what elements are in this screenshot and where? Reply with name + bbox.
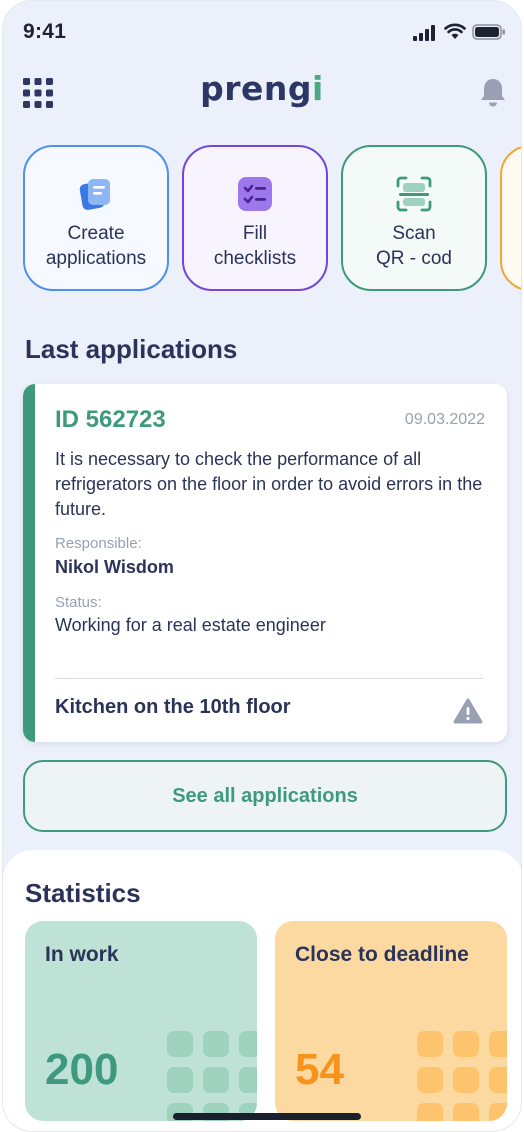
stat-value-close-to-deadline: 54 [295, 1045, 344, 1094]
application-card[interactable]: ID 562723 09.03.2022 It is necessary to … [23, 384, 507, 742]
create-applications-label: Create applications [45, 223, 147, 269]
checklist-icon [238, 177, 272, 211]
stat-value-in-work: 200 [45, 1045, 119, 1094]
statistics-title: Statistics [25, 878, 141, 908]
decorative-pattern [167, 1031, 257, 1121]
scan-qr-code-label: Scan QR - cod [375, 223, 453, 269]
battery-icon [472, 24, 505, 40]
status-time: 9:41 [23, 20, 67, 43]
fill-checklists-label: Fill checklists [213, 223, 297, 269]
decorative-pattern [417, 1031, 507, 1121]
stat-title-in-work: In work [45, 943, 119, 966]
application-description: It is necessary to check the performance… [55, 449, 483, 519]
application-id: ID 562723 [55, 406, 166, 433]
more-action-button[interactable] [500, 145, 521, 291]
application-date: 09.03.2022 [404, 411, 485, 428]
cellular-signal-icon [413, 25, 435, 41]
responsible-label: Responsible: [55, 535, 142, 552]
fill-checklists-button[interactable]: Fill checklists [182, 145, 328, 291]
status-value: Working for a real estate engineer [55, 615, 326, 635]
wifi-icon [444, 23, 466, 39]
last-applications-title: Last applications [25, 334, 238, 364]
responsible-name: Nikol Wisdom [55, 557, 174, 577]
status-accent-bar [23, 384, 35, 742]
scan-qr-code-button[interactable]: Scan QR - cod [341, 145, 487, 291]
document-icon [79, 179, 110, 210]
notification-bell-icon[interactable] [479, 77, 507, 109]
home-indicator[interactable] [173, 1113, 361, 1120]
divider [55, 678, 483, 679]
quick-actions: Create applications Fill checklists Scan… [23, 145, 521, 293]
stat-title-close-to-deadline: Close to deadline [295, 943, 469, 966]
status-label: Status: [55, 594, 102, 611]
see-all-applications-button[interactable]: See all applications [23, 760, 507, 832]
warning-icon [453, 698, 483, 724]
application-location: Kitchen on the 10th floor [55, 696, 291, 718]
phone-screen: 9:41 prengi Create applications Fill che… [2, 0, 522, 1132]
create-applications-button[interactable]: Create applications [23, 145, 169, 291]
stat-card-close-to-deadline[interactable]: Close to deadline 54 [275, 921, 507, 1121]
status-bar: 9:41 [3, 1, 521, 61]
qr-scan-icon [396, 176, 432, 212]
stat-card-in-work[interactable]: In work 200 [25, 921, 257, 1121]
prengi-logo: prengi [200, 69, 324, 108]
